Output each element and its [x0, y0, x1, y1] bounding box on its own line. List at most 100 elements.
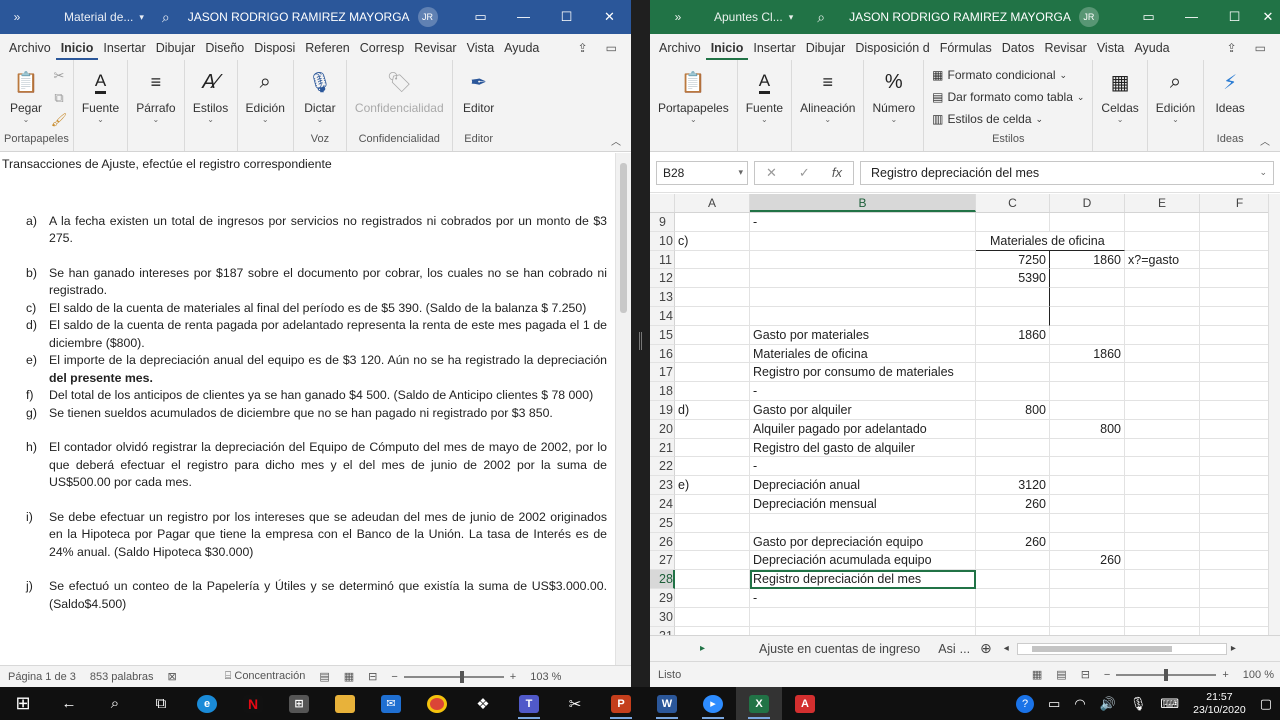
close-button[interactable]: ✕: [1256, 9, 1280, 25]
cancel-icon[interactable]: ✕: [766, 165, 777, 181]
document-body[interactable]: Transacciones de Ajuste, efectúe el regi…: [0, 153, 631, 665]
cell-c31[interactable]: [976, 626, 1050, 635]
cell-e23[interactable]: [1125, 476, 1200, 495]
cell-d19[interactable]: [1050, 400, 1125, 420]
maximize-button[interactable]: ☐: [545, 9, 588, 25]
edge-icon[interactable]: e: [184, 687, 230, 720]
cell-d11[interactable]: 1860: [1050, 250, 1125, 270]
cell-b18[interactable]: -: [750, 382, 976, 401]
cell-a12[interactable]: [675, 269, 750, 289]
minimize-button[interactable]: —: [502, 9, 545, 25]
paragraph-button[interactable]: ≡ Párrafo ⌄: [132, 62, 179, 125]
row-header[interactable]: 12: [650, 269, 675, 289]
page-break-icon[interactable]: ⊟: [1081, 668, 1090, 681]
cell-c22[interactable]: [976, 457, 1050, 477]
proofing-icon[interactable]: ⊠: [168, 670, 177, 683]
sheet-tab-ajuste[interactable]: Ajuste en cuentas de ingreso: [745, 642, 934, 656]
cell-a18[interactable]: [675, 382, 750, 401]
cell-a22[interactable]: [675, 457, 750, 477]
formula-input[interactable]: Registro depreciación del mes ⌄: [860, 160, 1274, 185]
cell-c9[interactable]: [976, 213, 1050, 232]
cell-e24[interactable]: [1125, 494, 1200, 514]
cell-a29[interactable]: [675, 588, 750, 608]
minimize-button[interactable]: —: [1170, 9, 1213, 25]
cell-a17[interactable]: [675, 363, 750, 383]
volume-icon[interactable]: 🔊: [1100, 696, 1116, 712]
row-header[interactable]: 20: [650, 419, 675, 439]
share-icon[interactable]: ⇪: [578, 41, 588, 55]
cell-d12[interactable]: [1050, 269, 1125, 289]
cell-e30[interactable]: [1125, 607, 1200, 627]
cell-c12[interactable]: 5390: [976, 269, 1050, 289]
cell-a30[interactable]: [675, 607, 750, 627]
scroll-left-icon[interactable]: ◂: [1004, 643, 1009, 654]
ribbon-display-icon[interactable]: ▭: [459, 9, 502, 25]
cell-d15[interactable]: [1050, 325, 1125, 345]
wifi-icon[interactable]: ◠: [1074, 696, 1085, 712]
cell-b17[interactable]: Registro por consumo de materiales: [750, 363, 976, 383]
cell-a27[interactable]: [675, 551, 750, 571]
cell-b11[interactable]: [750, 250, 976, 270]
column-header-d[interactable]: D: [1050, 194, 1125, 212]
paste-button[interactable]: 📋 Pegar ⌄: [4, 62, 48, 125]
row-header[interactable]: 23: [650, 476, 675, 495]
cell-a25[interactable]: [675, 513, 750, 533]
maximize-button[interactable]: ☐: [1213, 9, 1256, 25]
row-header[interactable]: 30: [650, 607, 675, 627]
cell-e20[interactable]: [1125, 419, 1200, 439]
cell-a15[interactable]: [675, 325, 750, 345]
window-splitter[interactable]: [631, 0, 650, 687]
cell-c26[interactable]: 260: [976, 532, 1050, 552]
back-icon[interactable]: ←: [46, 687, 92, 720]
cell-b10[interactable]: [750, 231, 976, 251]
tab-correspondencia[interactable]: Corresp: [355, 41, 409, 60]
cell-c20[interactable]: [976, 419, 1050, 439]
cell-a13[interactable]: [675, 288, 750, 307]
cell-d21[interactable]: [1050, 438, 1125, 458]
cell-e22[interactable]: [1125, 457, 1200, 477]
scroll-thumb[interactable]: [620, 163, 627, 313]
dictate-button[interactable]: 🎙 Dictar ⌄: [298, 62, 342, 125]
excel-icon[interactable]: X: [736, 687, 782, 720]
row-header[interactable]: 16: [650, 344, 675, 364]
spreadsheet-grid[interactable]: A B C D E F 9-10 c) Materiales de oficina 1…: [650, 194, 1280, 635]
mail-icon[interactable]: ✉: [368, 687, 414, 720]
snipping-icon[interactable]: ✂: [552, 687, 598, 720]
row-header[interactable]: 18: [650, 382, 675, 401]
cell-c18[interactable]: [976, 382, 1050, 401]
cell-c21[interactable]: [976, 438, 1050, 458]
cell-styles-button[interactable]: ▥ Estilos de celda ⌄: [928, 108, 1047, 130]
tab-dibujar[interactable]: Dibujar: [151, 41, 201, 60]
vertical-scrollbar[interactable]: [615, 153, 631, 665]
tab-inicio[interactable]: Inicio: [705, 41, 749, 60]
cell-b21[interactable]: Registro del gasto de alquiler: [750, 438, 976, 458]
cell-a10[interactable]: c): [675, 231, 750, 251]
tab-disposicion[interactable]: Disposición d: [850, 41, 934, 60]
copy-icon[interactable]: ⧉: [50, 90, 68, 108]
cell-e19[interactable]: [1125, 400, 1200, 420]
qat-chevron-icon[interactable]: »: [0, 10, 34, 24]
battery-icon[interactable]: ▭: [1048, 696, 1060, 712]
select-all-corner[interactable]: [650, 194, 675, 212]
cells-button[interactable]: ▦ Celdas ⌄: [1097, 62, 1142, 125]
add-sheet-icon[interactable]: ⊕: [980, 640, 992, 657]
cell-c19[interactable]: 800: [976, 400, 1050, 420]
cell-e17[interactable]: [1125, 363, 1200, 383]
word-count[interactable]: 853 palabras: [90, 671, 154, 683]
row-header[interactable]: 10: [650, 231, 675, 251]
zoom-icon[interactable]: ▸: [690, 687, 736, 720]
tab-archivo[interactable]: Archivo: [654, 41, 706, 60]
clock[interactable]: 21:57 23/10/2020: [1193, 691, 1246, 717]
cell-a11[interactable]: [675, 250, 750, 270]
microphone-icon[interactable]: 🎙: [1130, 696, 1147, 712]
horizontal-scrollbar[interactable]: [1016, 642, 1227, 655]
scroll-thumb[interactable]: [1031, 645, 1172, 652]
row-header[interactable]: 25: [650, 513, 675, 533]
cell-c27[interactable]: [976, 551, 1050, 571]
cell-e28[interactable]: [1125, 570, 1200, 589]
cell-c16[interactable]: [976, 344, 1050, 364]
task-view-icon[interactable]: ⧉: [138, 687, 184, 720]
clipboard-button[interactable]: 📋 Portapapeles ⌄: [654, 62, 733, 125]
cell-d24[interactable]: [1050, 494, 1125, 514]
zoom-slider[interactable]: − +: [1104, 668, 1229, 681]
